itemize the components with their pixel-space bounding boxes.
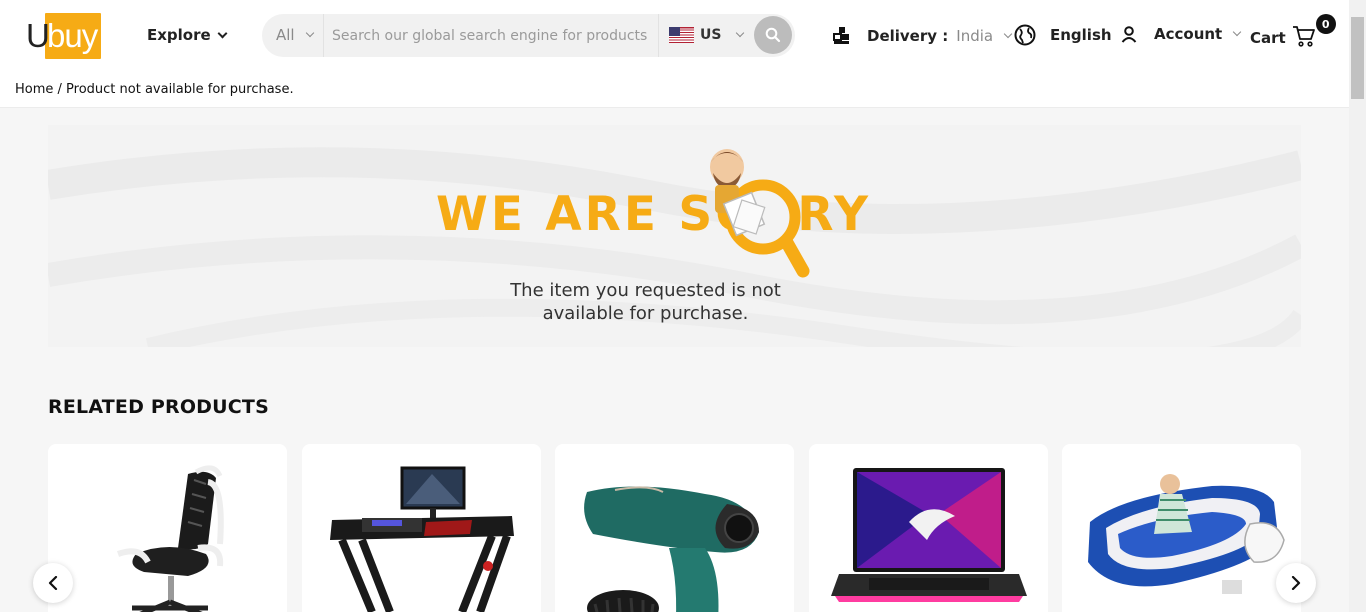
explore-label: Explore — [147, 26, 211, 44]
magnifier-mascot-icon — [710, 149, 810, 278]
not-available-banner: WE ARE SORRY The item you requested is n… — [48, 125, 1301, 347]
hair-dryer-icon — [584, 486, 759, 612]
carousel-next-button[interactable] — [1276, 563, 1316, 603]
cart-icon-wrap: 0 — [1292, 14, 1336, 52]
us-flag-icon — [669, 27, 694, 43]
search-icon — [765, 27, 781, 43]
user-icon — [1121, 26, 1137, 43]
product-card[interactable] — [302, 444, 541, 612]
carousel-prev-button[interactable] — [33, 563, 73, 603]
breadcrumb[interactable]: Home / Product not available for purchas… — [15, 82, 294, 97]
divider — [658, 14, 659, 57]
divider — [323, 14, 324, 57]
related-products-title: RELATED PRODUCTS — [48, 396, 269, 418]
country-select[interactable]: US — [669, 27, 745, 43]
delivery-selector[interactable]: Delivery : India — [832, 26, 1013, 46]
country-label: US — [700, 27, 722, 43]
search-input[interactable] — [332, 25, 652, 47]
search-category-label: All — [276, 26, 295, 44]
page-scrollbar[interactable] — [1349, 0, 1366, 612]
logo-text-buy: buy — [47, 17, 98, 54]
chevron-left-icon — [48, 576, 58, 590]
ubuy-logo[interactable]: U buy — [26, 13, 102, 59]
chevron-right-icon — [1291, 576, 1301, 590]
language-label: English — [1050, 26, 1112, 44]
cart-icon — [1292, 26, 1315, 47]
account-menu[interactable]: Account — [1120, 25, 1242, 43]
breadcrumb-bar: Home / Product not available for purchas… — [0, 71, 1349, 108]
product-card[interactable] — [48, 444, 287, 612]
explore-menu[interactable]: Explore — [147, 26, 228, 44]
chevron-down-icon — [1232, 27, 1242, 37]
search-button[interactable] — [754, 16, 792, 54]
delivery-value: India — [956, 27, 994, 45]
cart-button[interactable]: Cart 0 — [1250, 14, 1336, 52]
gaming-laptop-icon — [831, 468, 1027, 602]
site-header: U buy Explore All US — [0, 0, 1349, 71]
product-card[interactable] — [555, 444, 794, 612]
product-card[interactable] — [1062, 444, 1301, 612]
language-selector[interactable]: English — [1014, 24, 1112, 46]
cart-count-badge: 0 — [1315, 14, 1336, 34]
search-bar: All US — [262, 14, 795, 57]
search-category-select[interactable]: All — [276, 26, 314, 44]
cart-label: Cart — [1250, 29, 1286, 47]
boxes-icon — [833, 27, 849, 44]
chevron-down-icon — [736, 28, 745, 38]
account-label: Account — [1154, 25, 1223, 43]
gaming-desk-icon — [330, 466, 514, 612]
delivery-label: Delivery : — [867, 27, 949, 45]
product-card[interactable] — [809, 444, 1048, 612]
chevron-down-icon — [217, 28, 228, 38]
chevron-down-icon — [1003, 29, 1013, 39]
office-chair-icon — [116, 465, 224, 612]
chevron-down-icon — [305, 28, 314, 38]
logo-text-u: U — [26, 17, 50, 54]
inflatable-toddler-bed-icon — [1088, 474, 1285, 594]
globe-icon — [1014, 24, 1036, 46]
sorry-message: The item you requested is not available … — [510, 280, 781, 324]
scrollbar-thumb[interactable] — [1351, 17, 1364, 99]
